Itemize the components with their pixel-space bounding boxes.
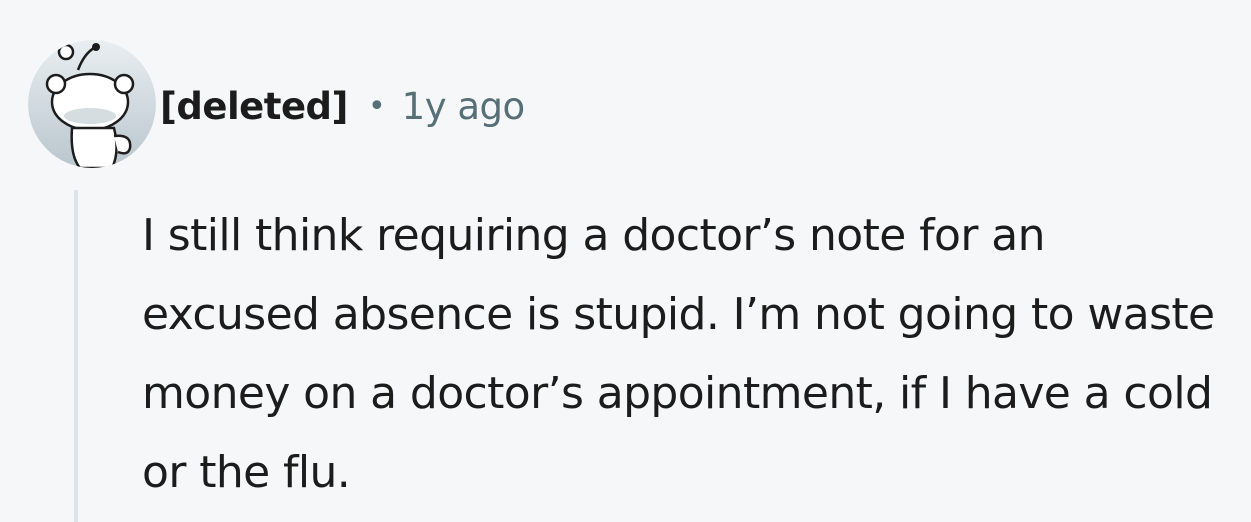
user-avatar[interactable] xyxy=(28,40,156,168)
comment-timestamp[interactable]: 1y ago xyxy=(402,85,526,128)
comment: [deleted] • 1y ago I still think requiri… xyxy=(0,0,1251,522)
comment-body: I still think requiring a doctor’s note … xyxy=(142,210,1215,498)
comment-meta: [deleted] • 1y ago xyxy=(160,76,525,136)
thread-line[interactable] xyxy=(74,190,78,522)
author-name[interactable]: [deleted] xyxy=(160,85,348,128)
snoo-avatar-icon xyxy=(28,40,156,168)
meta-separator: • xyxy=(367,88,386,124)
